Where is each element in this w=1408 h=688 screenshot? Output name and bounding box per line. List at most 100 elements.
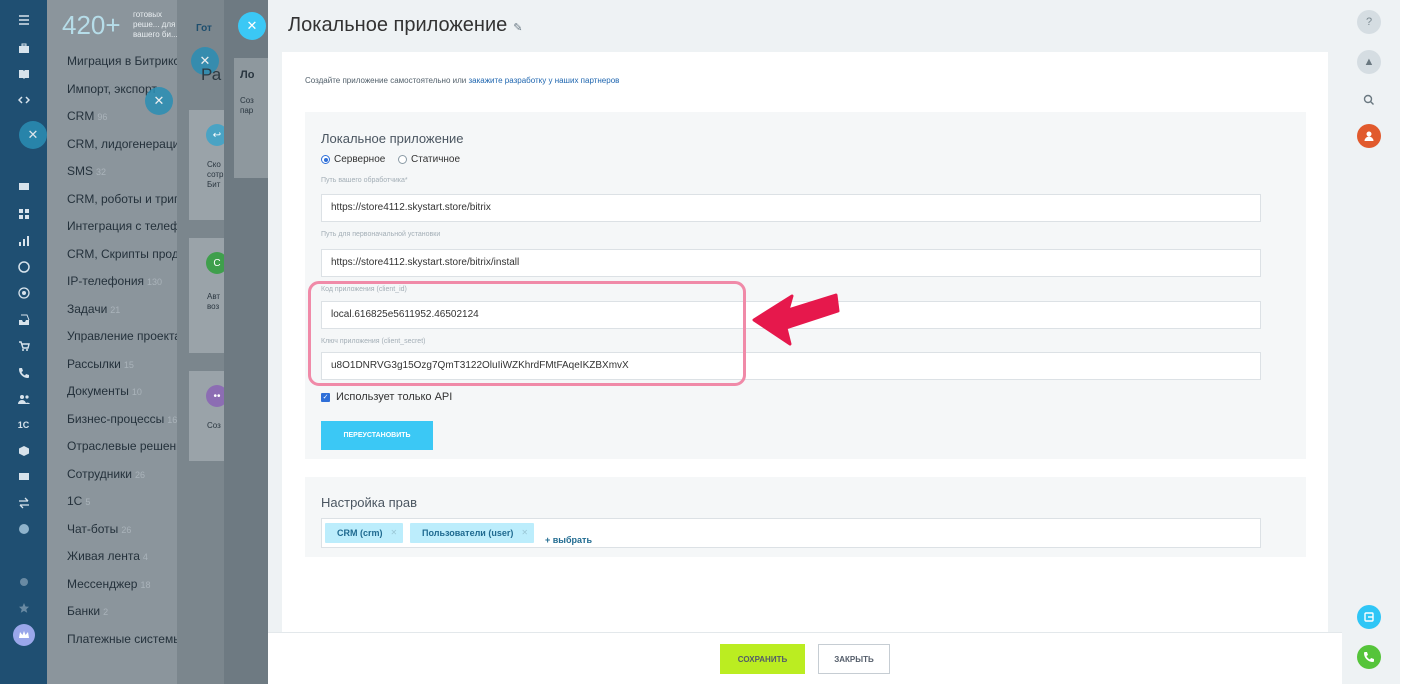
mail-icon[interactable] bbox=[0, 176, 47, 196]
book-icon[interactable] bbox=[0, 64, 47, 84]
remove-tag-icon[interactable]: ✕ bbox=[391, 520, 398, 546]
category-item[interactable]: Рассылки 15 bbox=[67, 357, 177, 371]
cart-icon[interactable] bbox=[0, 336, 47, 356]
app-card-title: Ло bbox=[240, 69, 255, 81]
rights-title: Настройка прав bbox=[321, 495, 418, 510]
category-item[interactable]: CRM, Скрипты продаж bbox=[67, 247, 177, 261]
clock-icon[interactable] bbox=[0, 257, 47, 277]
menu-icon[interactable] bbox=[0, 10, 47, 30]
contact-card-icon[interactable] bbox=[0, 466, 47, 486]
category-count: 15 bbox=[123, 359, 134, 370]
app-card-text: Авт воз bbox=[207, 292, 221, 311]
category-label: Импорт, экспорт bbox=[67, 81, 157, 96]
category-label: Интеграция с телефонией bbox=[67, 219, 177, 233]
star-icon[interactable] bbox=[0, 598, 47, 618]
category-label: Банки bbox=[67, 604, 101, 618]
category-count: 130 bbox=[147, 277, 163, 287]
app-card-3[interactable]: •• Соз bbox=[189, 371, 228, 461]
phone-call-icon[interactable] bbox=[1357, 645, 1381, 669]
open-lines-icon[interactable] bbox=[1357, 605, 1381, 629]
category-item[interactable]: Сотрудники 26 bbox=[67, 467, 177, 481]
category-label: Документы bbox=[67, 384, 129, 398]
api-only-checkbox[interactable]: ✓ Использует только API bbox=[321, 391, 452, 403]
app-card-top[interactable]: Ло Соз пар bbox=[234, 58, 268, 178]
save-button[interactable]: СОХРАНИТЬ bbox=[720, 644, 805, 674]
category-item[interactable]: Управление проектами bbox=[67, 329, 177, 343]
close-slider-button[interactable]: ✕ bbox=[238, 12, 266, 40]
order-development-link[interactable]: закажите разработку у наших партнеров bbox=[468, 76, 619, 85]
solutions-count: 420+ bbox=[62, 10, 121, 40]
radio-server-button[interactable] bbox=[321, 155, 330, 164]
category-count: 5 bbox=[85, 497, 91, 507]
briefcase-icon[interactable] bbox=[0, 38, 47, 58]
category-count: 18 bbox=[140, 579, 151, 590]
market-panel: 420+ готовых реше... для вашего би... Ми… bbox=[47, 0, 178, 684]
people-icon[interactable] bbox=[0, 389, 47, 409]
category-item[interactable]: CRM, роботы и триггеры bbox=[67, 192, 177, 206]
market-slider-background: ✕ Гот Ра ↩ Ско сотр Бит C Авт воз •• Соз bbox=[177, 0, 228, 684]
close-slider-3-button[interactable]: ✕ bbox=[19, 121, 47, 149]
box-icon[interactable] bbox=[0, 441, 47, 461]
category-item[interactable]: CRM, лидогенерация bbox=[67, 137, 177, 151]
category-item[interactable]: 1С 5 bbox=[67, 494, 177, 508]
category-count: 10 bbox=[131, 387, 142, 397]
category-item[interactable]: Задачи 21 bbox=[67, 302, 177, 316]
category-count: 2 bbox=[103, 607, 109, 617]
category-item[interactable]: Мессенджер 18 bbox=[67, 577, 177, 591]
radio-static[interactable]: Статичное bbox=[398, 154, 460, 165]
category-item[interactable]: Банки 2 bbox=[67, 604, 177, 618]
category-item[interactable]: SMS 32 bbox=[67, 164, 177, 178]
category-label: Сотрудники bbox=[67, 466, 132, 481]
app-card-1[interactable]: ↩ Ско сотр Бит bbox=[189, 110, 228, 220]
rights-selector[interactable]: CRM (crm) ✕ Пользователи (user) ✕ + выбрат… bbox=[321, 518, 1261, 548]
category-item[interactable]: Документы 10 bbox=[67, 384, 177, 398]
close-slider-2-button[interactable]: ✕ bbox=[145, 87, 173, 115]
remove-tag-icon[interactable]: ✕ bbox=[521, 520, 528, 546]
user-avatar-icon[interactable] bbox=[1357, 124, 1381, 148]
category-item[interactable]: Отраслевые решения bbox=[67, 439, 177, 453]
layer-tab[interactable]: Гот bbox=[196, 24, 212, 34]
faded-icon[interactable] bbox=[0, 572, 47, 592]
slider-title: Локальное приложение ✎ bbox=[288, 14, 522, 37]
rights-tag-user[interactable]: Пользователи (user) ✕ bbox=[410, 520, 535, 546]
inbox-icon[interactable] bbox=[0, 310, 47, 330]
help-icon[interactable]: ? bbox=[1357, 10, 1381, 34]
handler-path-input[interactable]: https://store4112.skystart.store/bitrix bbox=[321, 194, 1261, 222]
radio-static-button[interactable] bbox=[398, 155, 407, 164]
category-item[interactable]: Интеграция с телефонией bbox=[67, 219, 177, 233]
category-item[interactable]: Чат-боты 26 bbox=[67, 522, 177, 536]
category-item[interactable]: Миграция в Битрикс bbox=[67, 54, 177, 68]
app-card-2[interactable]: C Авт воз bbox=[189, 238, 228, 353]
category-label: Миграция в Битрикс bbox=[67, 54, 177, 68]
category-count: 4 bbox=[142, 552, 148, 562]
circle-icon[interactable] bbox=[0, 519, 47, 539]
edit-pencil-icon[interactable]: ✎ bbox=[513, 22, 522, 34]
app-card-text: Соз bbox=[207, 421, 221, 430]
category-item[interactable]: Живая лента 4 bbox=[67, 549, 177, 563]
category-label: CRM, лидогенерация bbox=[67, 136, 177, 151]
add-right-link[interactable]: + выбрать bbox=[545, 527, 592, 553]
radio-server-label: Серверное bbox=[334, 154, 386, 165]
app-card-text: Ско сотр Бит bbox=[207, 160, 224, 189]
crown-icon[interactable] bbox=[0, 624, 47, 646]
transfer-icon[interactable] bbox=[0, 493, 47, 513]
bar-chart-icon[interactable] bbox=[0, 231, 47, 251]
category-label: Задачи bbox=[67, 301, 108, 316]
target-icon[interactable] bbox=[0, 283, 47, 303]
category-item[interactable]: Платежные системы bbox=[67, 632, 177, 646]
close-button[interactable]: ЗАКРЫТЬ bbox=[818, 644, 890, 674]
checkbox-checked-icon[interactable]: ✓ bbox=[321, 392, 330, 402]
phone-icon[interactable] bbox=[0, 363, 47, 383]
category-item[interactable]: IP-телефония 130 bbox=[67, 274, 177, 288]
1c-icon[interactable]: 1C bbox=[0, 415, 47, 435]
grid-icon[interactable] bbox=[0, 204, 47, 224]
radio-server[interactable]: Серверное bbox=[321, 154, 385, 165]
rights-tag-crm[interactable]: CRM (crm) ✕ bbox=[325, 520, 404, 546]
search-icon[interactable] bbox=[1357, 88, 1381, 112]
code-icon[interactable] bbox=[0, 90, 47, 110]
install-path-input[interactable]: https://store4112.skystart.store/bitrix/… bbox=[321, 249, 1261, 277]
layer-heading-fragment: Ра bbox=[201, 65, 222, 84]
bell-icon[interactable]: ▲ bbox=[1357, 50, 1381, 74]
category-item[interactable]: Бизнес-процессы 16 bbox=[67, 412, 177, 426]
reinstall-button[interactable]: ПЕРЕУСТАНОВИТЬ bbox=[321, 421, 433, 450]
